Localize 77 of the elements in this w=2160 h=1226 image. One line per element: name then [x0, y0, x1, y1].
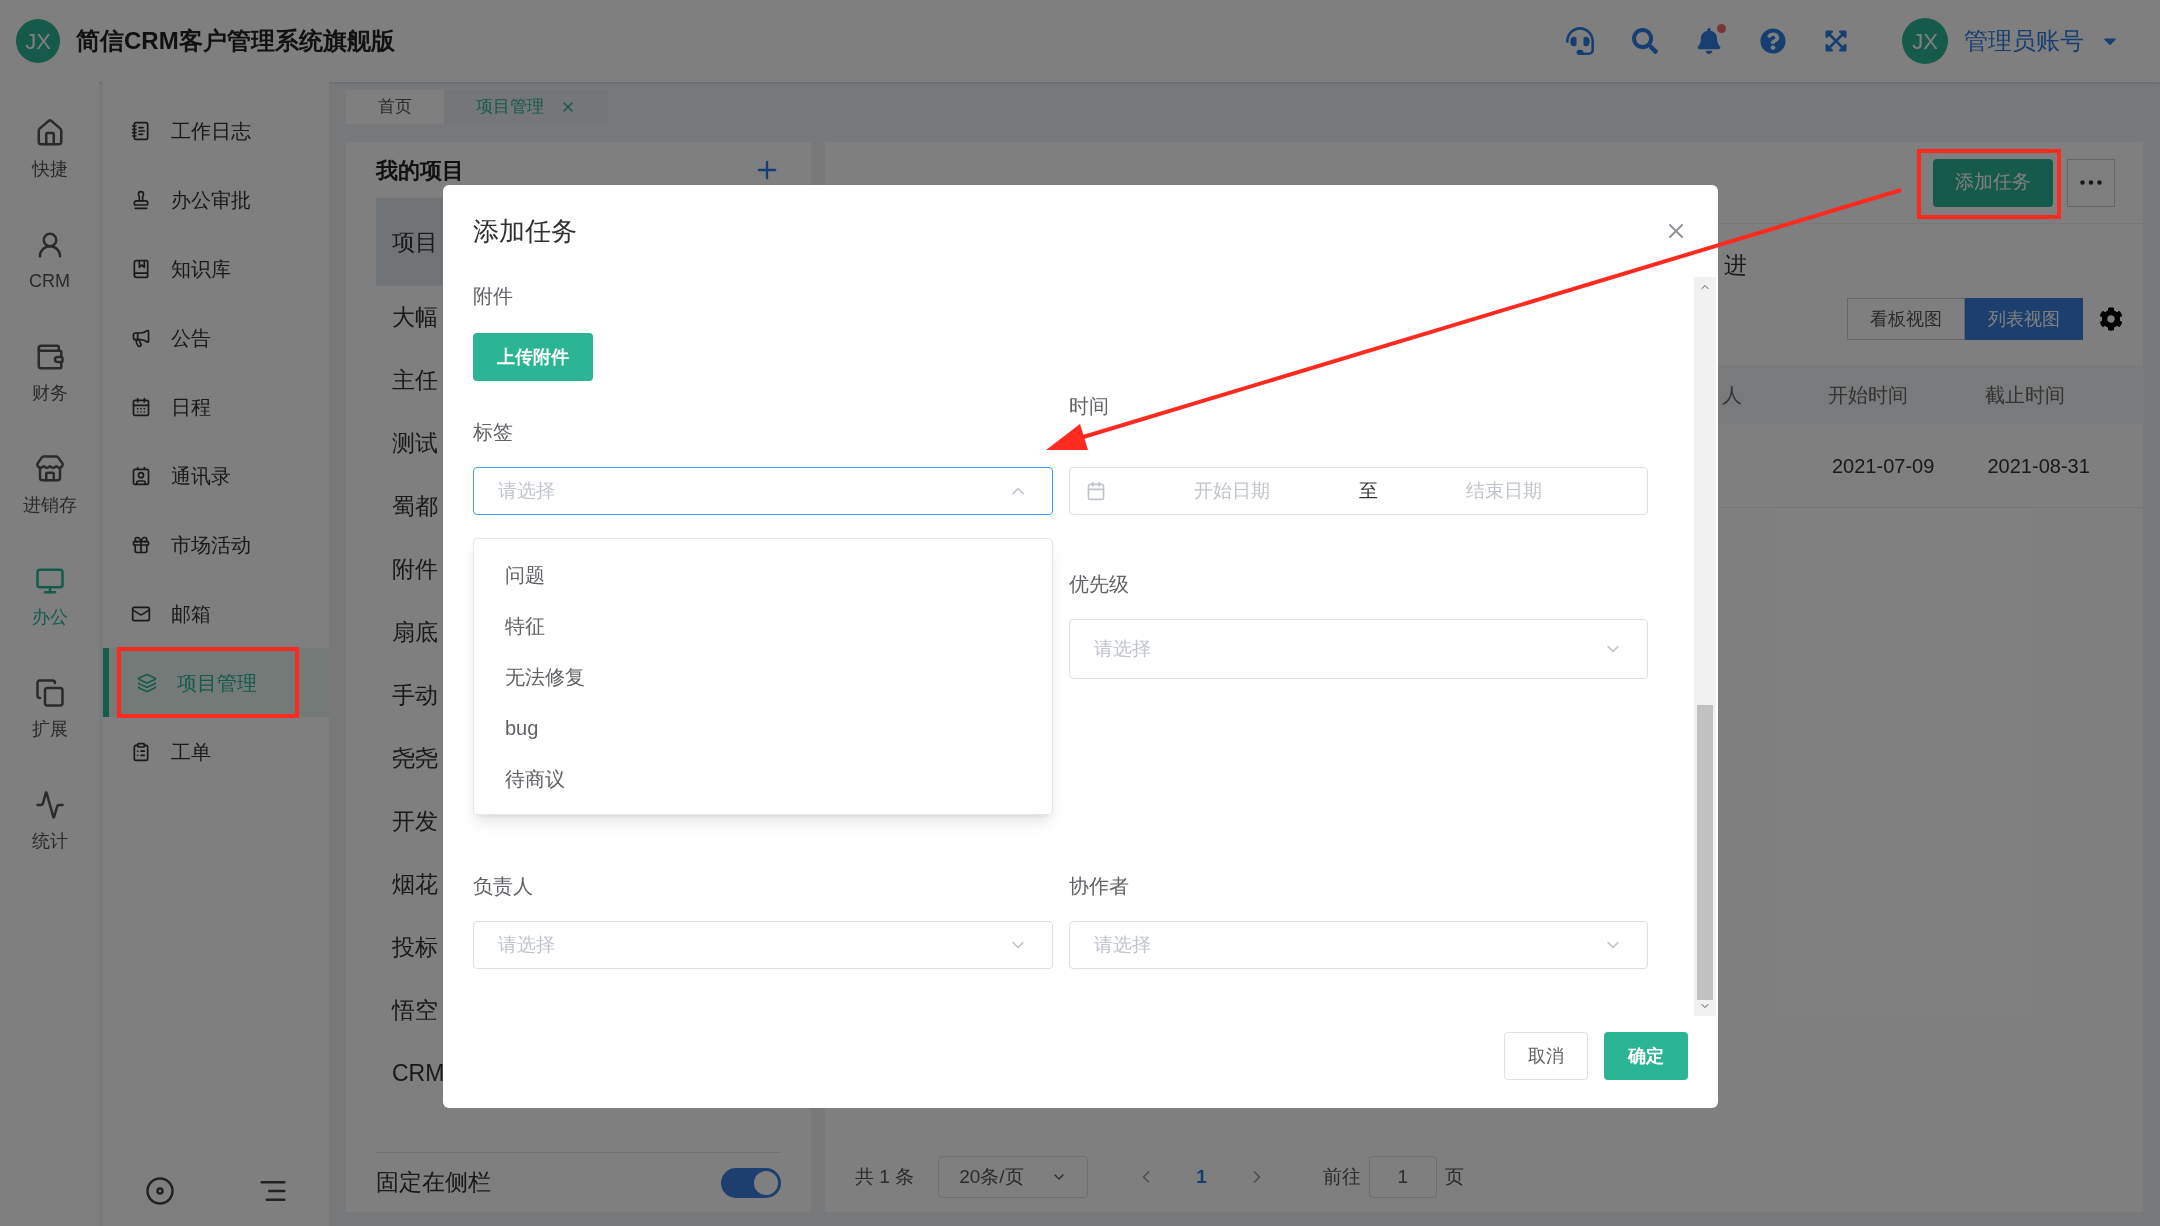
field-label: 时间 — [1068, 394, 1110, 419]
table-cell-text: 2021-07-09 — [1832, 453, 1936, 479]
calendar-icon — [1085, 481, 1106, 501]
bell-icon[interactable] — [1696, 28, 1722, 54]
chart-icon — [34, 790, 65, 820]
status-text: 进 — [1724, 250, 1747, 280]
column-header: 截止时间 — [1985, 383, 2067, 408]
layers-icon — [137, 672, 157, 693]
rail-item[interactable]: 进销存 — [22, 454, 77, 519]
panel-title: 我的项目 — [376, 156, 464, 185]
menu-item[interactable]: 工单 — [103, 717, 329, 786]
rail-item[interactable]: CRM — [29, 230, 70, 295]
date-range-field[interactable]: 开始日期 至 结束日期 — [1068, 467, 1648, 515]
view-toggle[interactable]: 列表视图 — [1965, 298, 2083, 340]
menu-item[interactable]: 通讯录 — [103, 441, 329, 510]
menu-item[interactable]: 公告 — [103, 303, 329, 372]
upload-button[interactable]: 上传附件 — [473, 333, 593, 381]
rail-item[interactable]: 统计 — [31, 790, 68, 855]
menu-item[interactable]: 市场活动 — [103, 510, 329, 579]
logo: JX — [16, 19, 60, 63]
field-label: 优先级 — [1068, 572, 1130, 597]
dropdown-option[interactable]: 特征 — [474, 600, 1052, 651]
clipboard-icon — [131, 741, 151, 762]
search-icon[interactable] — [1632, 28, 1658, 54]
menu-item[interactable]: 办公审批 — [103, 165, 329, 234]
more-button[interactable] — [2067, 158, 2115, 207]
dropdown-option[interactable]: 无法修复 — [474, 651, 1052, 702]
field-label: 附件 — [473, 284, 514, 309]
menu-item[interactable]: 日程 — [103, 372, 329, 441]
page-number[interactable]: 1 — [1180, 1162, 1223, 1192]
rail-item[interactable]: 快捷 — [31, 118, 68, 183]
ellipsis-icon — [2080, 180, 2102, 185]
fullscreen-icon[interactable] — [1824, 29, 1848, 53]
target-icon[interactable] — [144, 1176, 175, 1206]
field-label: 协作者 — [1068, 874, 1130, 899]
megaphone-icon — [131, 327, 151, 348]
cancel-button[interactable]: 取消 — [1504, 1032, 1588, 1080]
column-header: 开始时间 — [1827, 383, 1909, 408]
monitor-icon — [34, 566, 65, 596]
user-name[interactable]: 管理员账号 — [1964, 23, 2084, 59]
confirm-button[interactable]: 确定 — [1604, 1032, 1688, 1080]
contact-icon — [131, 465, 151, 486]
page-size-select[interactable]: 20条/页 — [938, 1156, 1089, 1198]
book-icon — [131, 258, 151, 279]
scrollbar-thumb[interactable] — [1697, 705, 1713, 1000]
menu-item[interactable]: 邮箱 — [103, 579, 329, 648]
tab[interactable]: 首页 — [346, 90, 444, 124]
menu-item[interactable]: 知识库 — [103, 234, 329, 303]
rail-item[interactable]: 财务 — [31, 342, 68, 407]
goto-suffix: 页 — [1444, 1164, 1464, 1189]
field-label: 标签 — [473, 420, 514, 445]
windows-icon — [34, 678, 65, 708]
goto-label: 前往 — [1322, 1164, 1361, 1189]
field-label: 负责人 — [473, 874, 534, 899]
app-title: 简信CRM客户管理系统旗舰版 — [76, 26, 395, 56]
menu-item[interactable]: 工作日志 — [103, 96, 329, 165]
calendar-icon — [131, 396, 151, 417]
rail-item[interactable]: 扩展 — [31, 678, 68, 743]
view-toggle[interactable]: 看板视图 — [1847, 298, 1965, 340]
notebook-icon — [131, 120, 151, 141]
pin-label: 固定在侧栏 — [376, 1168, 491, 1198]
toggle-switch[interactable] — [721, 1167, 781, 1198]
help-icon[interactable] — [1760, 28, 1786, 54]
dropdown-option[interactable]: bug — [474, 702, 1052, 753]
total-count: 共 1 条 — [855, 1164, 915, 1189]
dialog-title: 添加任务 — [473, 214, 577, 248]
table-cell-text: 2021-08-31 — [1987, 453, 2091, 479]
headset-icon[interactable] — [1566, 27, 1594, 55]
home-icon — [34, 118, 65, 148]
settings-icon[interactable] — [2099, 307, 2123, 331]
dropdown-option[interactable]: 问题 — [474, 549, 1052, 600]
gift-icon — [131, 534, 151, 555]
store-icon — [34, 454, 65, 484]
page-input[interactable]: 1 — [1368, 1156, 1437, 1198]
column-header: 人 — [1722, 383, 1743, 408]
dropdown-option[interactable]: 待商议 — [474, 753, 1052, 804]
stamp-icon — [131, 189, 151, 210]
